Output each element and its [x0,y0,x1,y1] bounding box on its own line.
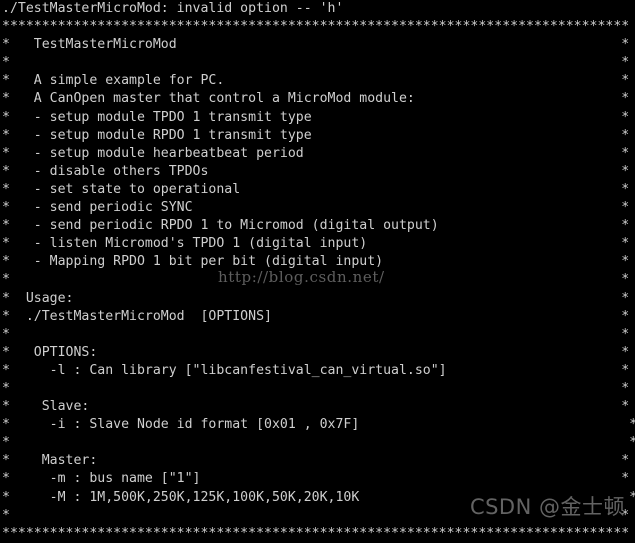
banner-line: * OPTIONS: * [2,344,630,360]
banner-line: * * [2,435,635,451]
banner-line: * -M : 1M,500K,250K,125K,100K,50K,20K,10… [2,489,635,505]
banner-top-border: ****************************************… [2,19,630,35]
banner-line: * -l : Can library ["libcanfestival_can_… [2,362,630,378]
banner-line: * * [2,507,630,523]
banner-line: * - send periodic RPDO 1 to Micromod (di… [2,218,630,234]
console-error-line: ./TestMasterMicroMod: invalid option -- … [2,1,344,16]
banner-line: * Usage: * [2,290,630,306]
banner-line: * A simple example for PC. * [2,73,630,89]
banner-line: * Master: * [2,453,630,469]
banner-bottom-border: ****************************************… [2,525,630,541]
banner-line: * - Mapping RPDO 1 bit per bit (digital … [2,254,630,270]
banner-line: * - setup module RPDO 1 transmit type * [2,127,630,143]
banner-line: * -m : bus name ["1"] * [2,471,630,487]
banner-line: * - disable others TPDOs * [2,163,630,179]
banner-line: * - send periodic SYNC * [2,200,630,216]
banner-line: * - setup module TPDO 1 transmit type * [2,109,630,125]
banner-line: * ./TestMasterMicroMod [OPTIONS] * [2,308,630,324]
banner-line: * - set state to operational * [2,181,630,197]
banner-line: * A CanOpen master that control a MicroM… [2,91,630,107]
banner-line: * -i : Slave Node id format [0x01 , 0x7F… [2,417,635,433]
terminal-window[interactable]: ./TestMasterMicroMod: invalid option -- … [0,0,635,541]
banner-line: * - listen Micromod's TPDO 1 (digital in… [2,236,630,252]
banner-line: * * [2,326,630,342]
banner-line: * TestMasterMicroMod * [2,37,630,53]
banner-line: * Slave: * [2,399,630,415]
console-output: ./TestMasterMicroMod: invalid option -- … [2,0,635,543]
banner-line: * * [2,380,630,396]
banner-line: * * [2,272,630,288]
banner-line: * * [2,55,630,71]
banner-line: * - setup module hearbeatbeat period * [2,145,630,161]
